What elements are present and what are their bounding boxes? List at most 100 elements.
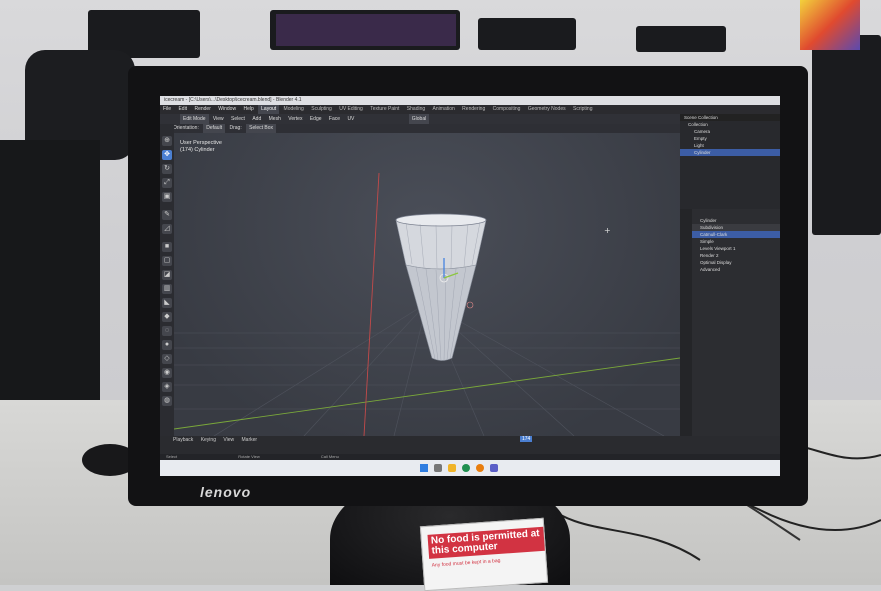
icecream-cone-mesh — [395, 213, 487, 362]
tool-settings-bar: Orientation: Default Drag: Select Box — [160, 124, 680, 133]
viewport-info: User Perspective (174) Cylinder — [180, 140, 222, 154]
outliner-panel: Scene Collection Collection Camera Empty… — [680, 114, 780, 209]
header-menu-face[interactable]: Face — [326, 114, 343, 124]
annotate-tool-icon[interactable]: ✎ — [162, 210, 172, 220]
properties-tab-strip[interactable] — [680, 209, 692, 436]
spin-tool-icon[interactable]: ◌ — [162, 326, 172, 336]
tab-texture-paint[interactable]: Texture Paint — [367, 105, 402, 114]
simple-button[interactable]: Simple — [680, 238, 780, 245]
menu-help[interactable]: Help — [240, 105, 256, 114]
menu-edit[interactable]: Edit — [175, 105, 190, 114]
render-levels-label: Render 2 — [700, 253, 719, 258]
smooth-tool-icon[interactable]: ● — [162, 340, 172, 350]
viewport-grid: + — [174, 172, 680, 436]
drag-label: Drag: — [229, 125, 242, 131]
menu-window[interactable]: Window — [215, 105, 239, 114]
transform-orientation-dropdown[interactable]: Global — [408, 114, 430, 124]
timeline-playback[interactable]: Playback — [170, 436, 196, 445]
viewport-header: Edit Mode View Select Add Mesh Vertex Ed… — [160, 114, 680, 124]
extrude-tool-icon[interactable]: ■ — [162, 242, 172, 252]
tab-scripting[interactable]: Scripting — [570, 105, 595, 114]
tab-uv-editing[interactable]: UV Editing — [336, 105, 366, 114]
monitor-brand-logo: lenovo — [200, 484, 252, 500]
orientation-dropdown[interactable]: Default — [203, 124, 226, 133]
levels-viewport-value[interactable]: 1 — [733, 246, 736, 251]
levels-viewport-label: Levels Viewport 1 — [700, 246, 736, 251]
header-menu-view[interactable]: View — [210, 114, 227, 124]
cursor-tool-icon[interactable]: ⊕ — [162, 136, 172, 146]
file-explorer-icon[interactable] — [448, 464, 456, 472]
3d-viewport[interactable]: + — [174, 133, 680, 436]
mode-dropdown[interactable]: Edit Mode — [180, 114, 209, 124]
properties-object-name: Cylinder — [700, 218, 717, 223]
tab-shading[interactable]: Shading — [404, 105, 428, 114]
menu-bar: File Edit Render Window Help Layout Mode… — [160, 105, 780, 114]
windows-taskbar — [160, 460, 780, 476]
tab-modeling[interactable]: Modeling — [281, 105, 307, 114]
measure-tool-icon[interactable]: ◿ — [162, 224, 172, 234]
teams-icon[interactable] — [490, 464, 498, 472]
monitor-screen: icecream - [C:\Users\...\Desktop\icecrea… — [160, 96, 780, 476]
menu-file[interactable]: File — [160, 105, 174, 114]
timeline-keying[interactable]: Keying — [198, 437, 219, 443]
shrink-tool-icon[interactable]: ◉ — [162, 368, 172, 378]
header-menu-add[interactable]: Add — [249, 114, 264, 124]
outliner-item-camera[interactable]: Camera — [680, 128, 780, 135]
outliner-item-light[interactable]: Light — [680, 142, 780, 149]
poly-build-tool-icon[interactable]: ◆ — [162, 312, 172, 322]
optimal-display-checkbox[interactable]: Optimal Display — [680, 259, 780, 266]
status-call-menu: Call Menu — [320, 454, 339, 459]
header-menu-mesh[interactable]: Mesh — [266, 114, 284, 124]
tab-animation[interactable]: Animation — [430, 105, 458, 114]
properties-panel: Cylinder Subdivision Catmull-Clark Simpl… — [680, 209, 780, 436]
edge-slide-tool-icon[interactable]: ◇ — [162, 354, 172, 364]
outliner-item-cylinder[interactable]: Cylinder — [680, 149, 780, 156]
tab-compositing[interactable]: Compositing — [490, 105, 524, 114]
advanced-section[interactable]: Advanced — [680, 266, 780, 273]
shear-tool-icon[interactable]: ◈ — [162, 382, 172, 392]
svg-text:+: + — [604, 226, 611, 235]
loop-cut-tool-icon[interactable]: ▥ — [162, 284, 172, 294]
header-menu-vertex[interactable]: Vertex — [285, 114, 305, 124]
inset-tool-icon[interactable]: ▢ — [162, 256, 172, 266]
header-menu-select[interactable]: Select — [228, 114, 248, 124]
menu-render[interactable]: Render — [191, 105, 213, 114]
timeline-view[interactable]: View — [220, 437, 237, 443]
render-levels-value[interactable]: 2 — [716, 253, 719, 258]
knife-tool-icon[interactable]: ◣ — [162, 298, 172, 308]
active-object-label: (174) Cylinder — [180, 147, 215, 153]
orientation-label: Orientation: — [173, 125, 199, 131]
sticker-headline: No food is permitted at this computer — [427, 526, 545, 559]
scale-tool-icon[interactable]: ⤢ — [162, 178, 172, 188]
tab-layout[interactable]: Layout — [258, 105, 280, 114]
outliner-item-collection[interactable]: Collection — [680, 121, 780, 128]
rotate-tool-icon[interactable]: ↻ — [162, 164, 172, 174]
browser-icon[interactable] — [462, 464, 470, 472]
tab-geometry-nodes[interactable]: Geometry Nodes — [525, 105, 569, 114]
y-axis-line — [363, 172, 380, 436]
timeline: Playback Keying View Marker 174 — [160, 436, 780, 454]
x-axis-line — [174, 357, 680, 430]
bevel-tool-icon[interactable]: ◪ — [162, 270, 172, 280]
sticker-subtext: Any food must be kept in a bag — [431, 557, 501, 569]
timeline-marker[interactable]: Marker — [239, 437, 261, 443]
blender-app-icon[interactable] — [476, 464, 484, 472]
rip-tool-icon[interactable]: ◍ — [162, 396, 172, 406]
tab-sculpting[interactable]: Sculpting — [308, 105, 335, 114]
catmull-clark-button[interactable]: Catmull-Clark — [680, 231, 780, 238]
header-menu-uv[interactable]: UV — [344, 114, 357, 124]
transform-tool-icon[interactable]: ▣ — [162, 192, 172, 202]
window-title-bar: icecream - [C:\Users\...\Desktop\icecrea… — [160, 96, 780, 105]
move-tool-icon[interactable]: ✥ — [162, 150, 172, 160]
modifier-header[interactable]: Subdivision — [680, 224, 780, 231]
header-menu-edge[interactable]: Edge — [307, 114, 325, 124]
drag-dropdown[interactable]: Select Box — [246, 124, 277, 133]
search-icon[interactable] — [434, 464, 442, 472]
status-select: Select — [166, 454, 178, 459]
windows-start-icon[interactable] — [420, 464, 428, 472]
tab-rendering[interactable]: Rendering — [459, 105, 488, 114]
window-title: icecream - [C:\Users\...\Desktop\icecrea… — [164, 97, 302, 103]
current-frame-indicator[interactable]: 174 — [520, 436, 533, 442]
no-food-sticker: No food is permitted at this computer An… — [419, 517, 549, 591]
outliner-item-empty[interactable]: Empty — [680, 135, 780, 142]
